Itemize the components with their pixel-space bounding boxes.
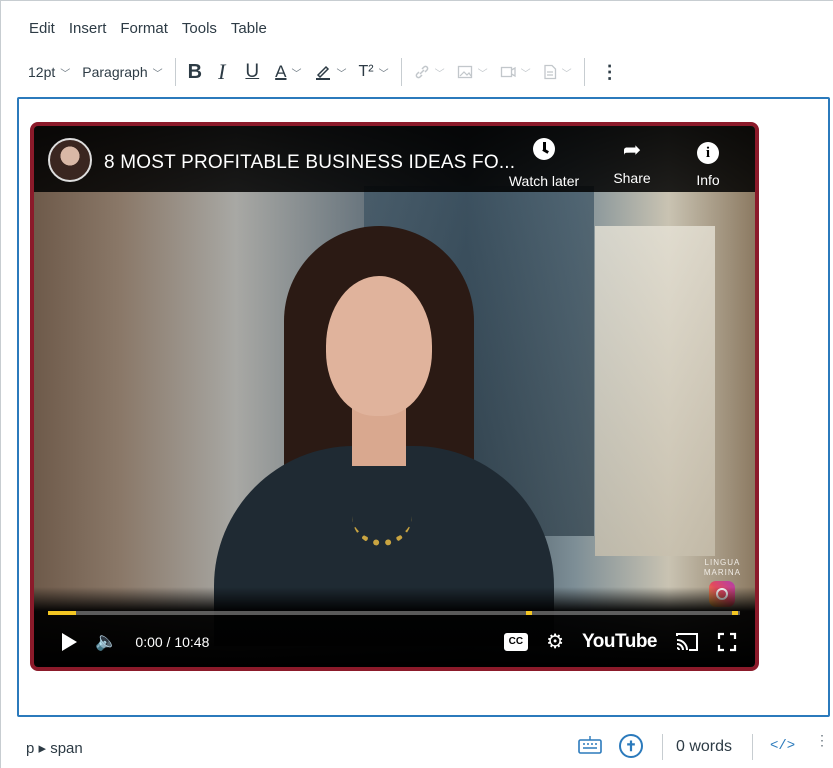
controls-left: 🔈 0:00 / 10:48 <box>62 631 209 652</box>
text-color-button[interactable]: A ﹀ <box>269 58 307 86</box>
scene-window <box>595 226 715 556</box>
embedded-video-player[interactable]: 8 MOST PROFITABLE BUSINESS IDEAS FO... W… <box>30 122 759 671</box>
volume-icon[interactable]: 🔈 <box>95 631 117 652</box>
underline-button[interactable]: U <box>235 58 269 86</box>
bold-button[interactable]: B <box>182 58 208 86</box>
watermark-line-1: LINGUA <box>704 558 741 567</box>
chevron-down-icon: ﹀ <box>152 68 163 80</box>
progress-bar[interactable] <box>48 611 740 615</box>
play-icon[interactable] <box>62 632 77 651</box>
bold-icon: B <box>187 60 203 83</box>
channel-avatar[interactable] <box>48 138 92 182</box>
html-editor-toggle-icon[interactable]: </> <box>770 738 795 754</box>
info-label: Info <box>696 172 720 188</box>
clock-icon <box>533 138 555 160</box>
link-button[interactable]: ﹀ <box>408 58 451 86</box>
toolbar: 12pt ﹀ Paragraph ﹀ B I U A ﹀ ﹀ T² ﹀ ﹀ ﹀ … <box>22 58 822 86</box>
superscript-button[interactable]: T² ﹀ <box>353 58 395 86</box>
time-display: 0:00 / 10:48 <box>135 633 210 650</box>
underline-icon: U <box>245 61 260 82</box>
watermark-line-2: MARINA <box>703 568 741 577</box>
info-icon-wrap: i <box>666 138 750 164</box>
chevron-down-icon: ﹀ <box>477 68 488 80</box>
video-thumbnail <box>34 126 755 667</box>
element-path[interactable]: p ▸ span <box>26 739 83 757</box>
toolbar-divider <box>400 58 402 86</box>
cast-icon[interactable] <box>675 632 699 652</box>
font-size-value: 12pt <box>28 64 56 80</box>
menu-insert[interactable]: Insert <box>62 18 114 39</box>
captions-icon[interactable]: CC <box>503 632 529 651</box>
menu-edit[interactable]: Edit <box>22 18 62 39</box>
menubar: Edit Insert Format Tools Table <box>22 18 274 39</box>
info-button[interactable]: i Info <box>666 138 750 188</box>
chevron-down-icon: ﹀ <box>336 68 347 80</box>
video-top-bar: 8 MOST PROFITABLE BUSINESS IDEAS FO... W… <box>34 126 755 192</box>
highlight-color-button[interactable]: ﹀ <box>308 58 353 86</box>
watch-later-label: Watch later <box>508 173 580 189</box>
frame-left-border <box>0 0 1 768</box>
progress-marker <box>732 611 738 615</box>
word-count[interactable]: 0 words <box>676 738 732 756</box>
channel-watermark: LINGUA MARINA <box>704 558 741 578</box>
info-icon: i <box>697 142 719 164</box>
editor-content-area[interactable]: 8 MOST PROFITABLE BUSINESS IDEAS FO... W… <box>17 97 830 717</box>
document-icon <box>543 64 556 80</box>
more-icon: ⋮ <box>600 61 619 82</box>
more-options-button[interactable]: ⋮ <box>591 58 629 86</box>
italic-button[interactable]: I <box>208 58 235 86</box>
watch-later-button[interactable]: Watch later <box>502 138 586 189</box>
accessibility-checker-icon[interactable]: ✝ <box>619 734 643 758</box>
youtube-logo[interactable]: YouTube <box>582 631 657 653</box>
media-button[interactable]: ﹀ <box>494 58 537 86</box>
share-icon: ➦ <box>622 137 642 162</box>
status-divider <box>752 734 753 760</box>
block-format-select[interactable]: Paragraph ﹀ <box>76 58 168 86</box>
chevron-down-icon: ﹀ <box>378 68 389 80</box>
share-button[interactable]: ➦ Share <box>590 137 674 187</box>
resize-grip-icon[interactable]: ⋮⋮ <box>815 733 833 747</box>
chevron-down-icon: ﹀ <box>60 68 71 80</box>
text-color-icon: A <box>275 62 287 81</box>
chevron-down-icon: ﹀ <box>520 68 531 80</box>
image-button[interactable]: ﹀ <box>451 58 494 86</box>
progress-buffer <box>48 611 76 615</box>
status-bar: p ▸ span ✝ 0 words </> ⋮⋮ <box>0 725 833 768</box>
toolbar-divider <box>583 58 585 86</box>
share-label: Share <box>613 170 651 186</box>
keyboard-shortcuts-icon[interactable] <box>578 735 602 755</box>
video-title[interactable]: 8 MOST PROFITABLE BUSINESS IDEAS FO... <box>104 152 515 174</box>
block-format-value: Paragraph <box>82 64 148 80</box>
menu-table[interactable]: Table <box>224 18 274 39</box>
media-icon <box>500 66 516 78</box>
video-controls: 🔈 0:00 / 10:48 CC ⚙ YouTube <box>34 587 755 667</box>
settings-gear-icon[interactable]: ⚙ <box>546 629 564 654</box>
document-button[interactable]: ﹀ <box>537 58 578 86</box>
controls-right: CC ⚙ YouTube <box>503 629 737 654</box>
image-icon <box>457 65 472 79</box>
status-divider <box>662 734 663 760</box>
chevron-down-icon: ﹀ <box>561 68 572 80</box>
clock-icon-wrap <box>502 138 586 165</box>
frame-top-border <box>0 0 833 1</box>
menu-tools[interactable]: Tools <box>175 18 224 39</box>
highlight-icon <box>315 65 330 80</box>
menu-format[interactable]: Format <box>113 18 175 39</box>
scene-person-face <box>326 276 432 416</box>
italic-icon: I <box>218 59 226 84</box>
chevron-down-icon: ﹀ <box>434 68 445 80</box>
fullscreen-icon[interactable] <box>717 632 737 652</box>
progress-marker <box>526 611 532 615</box>
superscript-icon: T² <box>358 63 374 80</box>
toolbar-divider <box>174 58 176 86</box>
chevron-down-icon: ﹀ <box>291 68 302 80</box>
link-icon <box>415 65 428 79</box>
font-size-select[interactable]: 12pt ﹀ <box>22 58 76 86</box>
